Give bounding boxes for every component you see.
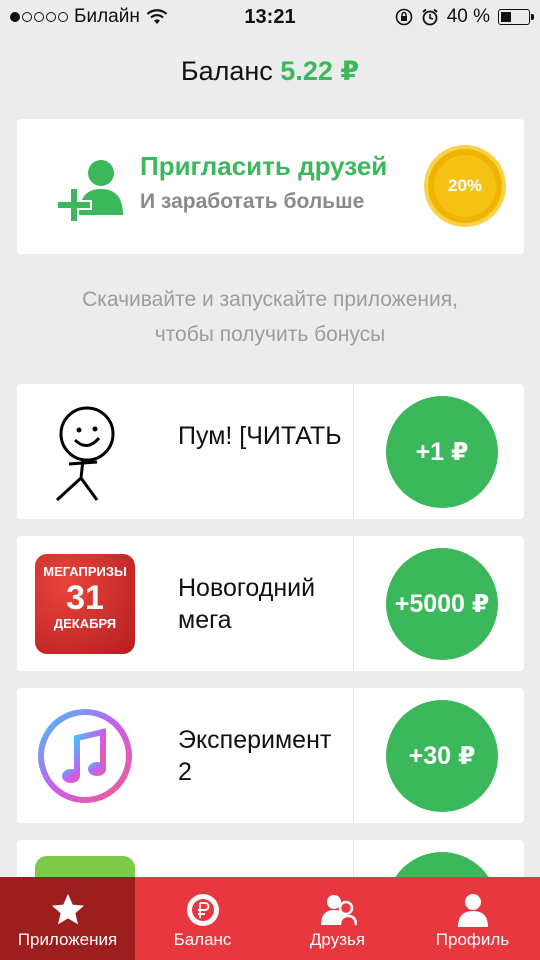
bonus-percent-coin: 20% [424, 145, 506, 227]
reward-button[interactable]: +5000 ₽ [386, 548, 498, 660]
stick-figure-icon [55, 406, 115, 502]
app-card[interactable]: Эксперимент 2 +30 ₽ [17, 688, 524, 823]
reward-button[interactable]: +30 ₽ [386, 700, 498, 812]
app-card[interactable]: МЕГАПРИЗЫ 31 ДЕКАБРЯ Новогодний мега +50… [17, 536, 524, 671]
invite-subtitle: И заработать больше [140, 190, 365, 213]
invite-title: Пригласить друзей [140, 151, 388, 181]
add-user-icon [57, 160, 123, 223]
divider [353, 536, 354, 671]
friends-icon [320, 895, 357, 926]
tab-apps[interactable]: Приложения [0, 877, 135, 960]
tab-balance[interactable]: Баланс [135, 877, 270, 960]
battery-percent: 40 % [446, 6, 490, 27]
app-name: Пум! [ЧИТАТЬ [178, 422, 342, 450]
tab-friends[interactable]: Друзья [270, 877, 405, 960]
megaprizes-line-1: МЕГАПРИЗЫ [43, 564, 127, 579]
alarm-icon [422, 8, 438, 26]
ruble-coin-icon [186, 894, 219, 926]
profile-icon [457, 894, 488, 927]
star-icon [51, 894, 84, 925]
app-card[interactable]: Пум! [ЧИТАТЬ +1 ₽ [17, 384, 524, 519]
app-icon [35, 704, 135, 808]
app-icon [35, 400, 135, 504]
tab-label: Друзья [309, 930, 366, 949]
megaprizes-line-3: ДЕКАБРЯ [53, 616, 117, 631]
balance-header: Баланс 5.22 ₽ [0, 56, 540, 87]
reward-button[interactable]: +1 ₽ [386, 396, 498, 508]
app-name: Новогодний мега [178, 574, 316, 634]
tab-bar: Приложения Баланс Друзья Профиль [0, 877, 540, 960]
tab-label: Баланс [173, 930, 232, 949]
status-bar: Билайн 13:21 40 % [0, 0, 540, 36]
app-name: Эксперимент 2 [178, 726, 332, 786]
megaprizes-line-2: 31 [66, 579, 104, 617]
battery-level [501, 12, 512, 22]
tab-label: Профиль [435, 930, 510, 949]
promo-line-1: Скачивайте и запускайте приложения, [82, 288, 458, 311]
music-note-icon [38, 709, 132, 803]
tab-label: Приложения [17, 930, 118, 949]
app-icon: МЕГАПРИЗЫ 31 ДЕКАБРЯ [35, 552, 135, 656]
rotation-lock-icon [395, 8, 412, 26]
promo-line-2: чтобы получить бонусы [154, 323, 386, 346]
megaprizes-icon: МЕГАПРИЗЫ 31 ДЕКАБРЯ [35, 554, 135, 654]
battery-icon [498, 9, 534, 25]
invite-friends-card[interactable]: Пригласить друзей И заработать больше 20… [17, 119, 524, 254]
status-right: 40 % [395, 6, 534, 28]
balance-label: Баланс [180, 56, 273, 86]
divider [353, 384, 354, 519]
balance-value: 5.22 ₽ [280, 56, 360, 86]
divider [353, 688, 354, 823]
tab-profile[interactable]: Профиль [405, 877, 540, 960]
promo-text: Скачивайте и запускайте приложения, чтоб… [0, 282, 540, 352]
